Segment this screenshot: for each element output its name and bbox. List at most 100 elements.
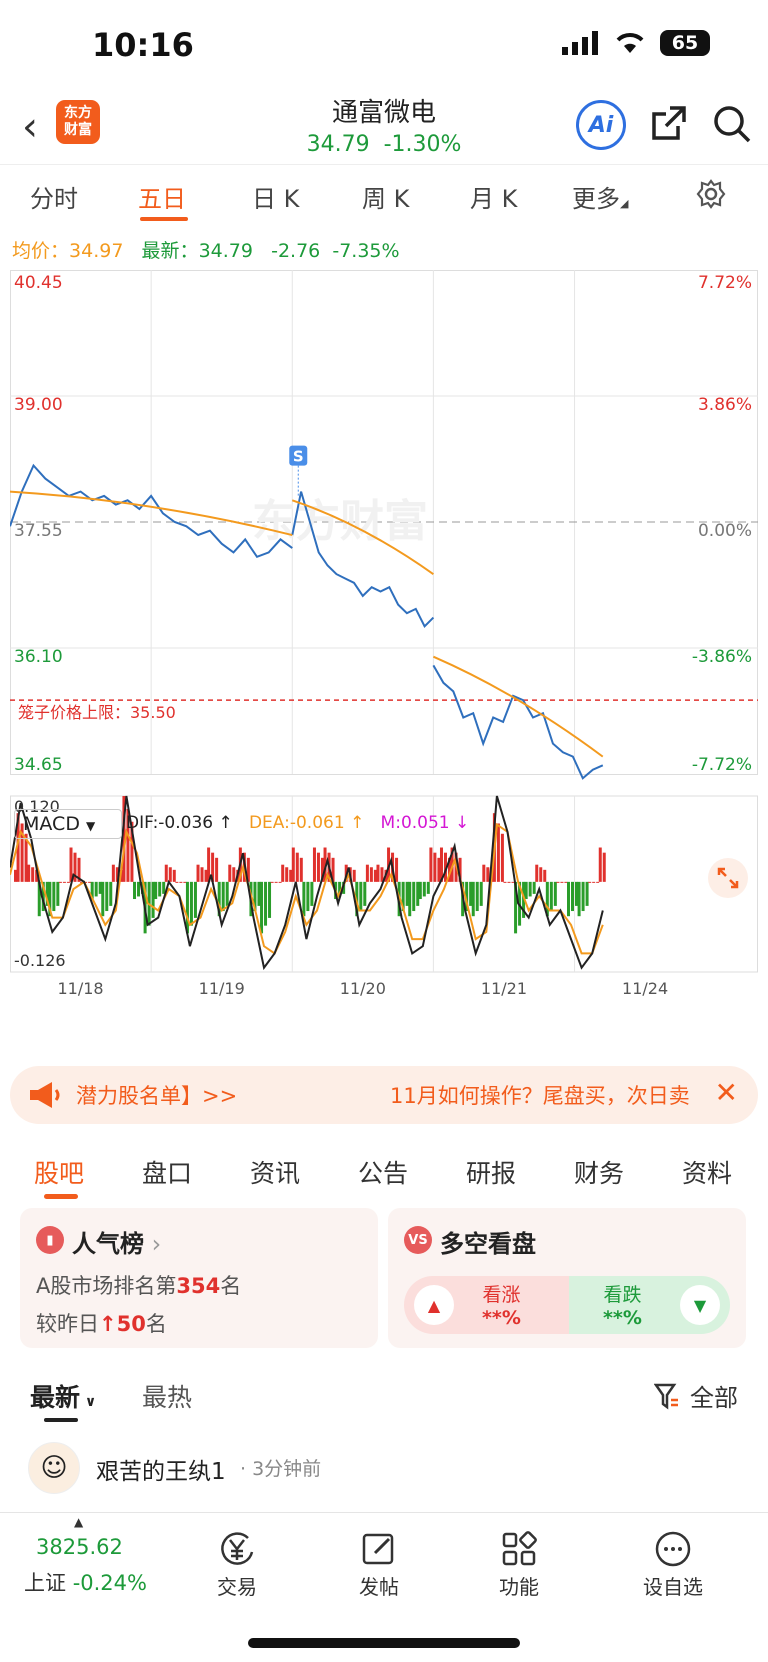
macd-bar	[94, 881, 98, 897]
index-value[interactable]: 3825.62	[36, 1535, 123, 1559]
macd-bar	[373, 869, 377, 882]
macd-bar	[405, 881, 409, 906]
price-summary: 均价：34.97 最新：34.79 -2.76 -7.35%	[12, 240, 400, 262]
macd-bar	[408, 881, 412, 917]
section-tab-indicator	[44, 1194, 78, 1199]
popularity-card[interactable]: ▮ 人气榜 › A股市场排名第354名 较昨日↑50名	[20, 1208, 378, 1348]
vote-down-button[interactable]: 看跌 **% ▼	[569, 1276, 730, 1334]
tab-intraday[interactable]: 分时	[30, 179, 78, 214]
macd-bar	[426, 881, 430, 894]
macd-bar	[535, 864, 539, 882]
ai-button[interactable]: Ai	[576, 100, 626, 150]
macd-bar	[168, 867, 172, 882]
post-author[interactable]: 艰苦的王纨1	[96, 1452, 226, 1486]
tab-five-day[interactable]: 五日	[138, 179, 186, 214]
x-tick-label: 11/19	[199, 979, 245, 998]
macd-bar	[98, 881, 102, 894]
macd-bar	[137, 881, 141, 897]
tab-weekly-k[interactable]: 周 K	[362, 179, 409, 214]
sentiment-title: 多空看盘	[440, 1230, 536, 1258]
tab-order-book[interactable]: 盘口	[142, 1154, 192, 1190]
arrow-down-icon: ▼	[680, 1285, 720, 1325]
macd-bar	[549, 881, 553, 912]
market-rank: A股市场排名第354名	[36, 1274, 242, 1298]
macd-bar	[196, 864, 200, 882]
tab-forum[interactable]: 股吧	[34, 1154, 84, 1190]
section-tabs: 股吧 盘口 资讯 公告 研报 财务 资料	[0, 1140, 768, 1200]
macd-bar	[221, 881, 225, 912]
tab-more[interactable]: 更多◢	[572, 179, 628, 214]
five-day-chart[interactable]: 笼子价格上限：35.50 东方财富 S 40.45 39.00 37.55 36.10…	[10, 270, 758, 1060]
popularity-title: 人气榜	[72, 1230, 144, 1258]
tab-announcements[interactable]: 公告	[358, 1154, 408, 1190]
macd-bar	[503, 881, 507, 883]
y-tick-left: 34.65	[14, 755, 63, 775]
feed-tab-hot[interactable]: 最热	[142, 1378, 192, 1414]
vote-bar: ▲ 看涨 **% 看跌 **% ▼	[404, 1276, 730, 1334]
macd-bar	[482, 864, 486, 882]
macd-bar	[151, 881, 155, 918]
macd-bar	[486, 867, 490, 882]
macd-bar	[257, 881, 261, 906]
banner-text-left[interactable]: 潜力股名单】>>	[76, 1080, 237, 1110]
bottom-nav: ▲ 3825.62 上证 -0.24% 交易 发帖 功能 设自选	[0, 1512, 768, 1662]
macd-bar	[189, 881, 193, 926]
post-item[interactable]: ☺ 艰苦的王纨1 · 3分钟前	[0, 1440, 768, 1510]
macd-bar	[543, 869, 547, 882]
macd-bar	[278, 881, 282, 883]
macd-bar	[479, 881, 483, 906]
macd-bar	[412, 881, 416, 912]
settings-icon[interactable]	[696, 179, 726, 209]
macd-bar	[310, 881, 314, 906]
macd-bar	[175, 881, 179, 883]
feed-tab-indicator	[44, 1418, 78, 1422]
nav-post[interactable]: 发帖	[324, 1527, 434, 1600]
macd-bar	[306, 881, 310, 912]
y-tick-left: 40.45	[14, 273, 63, 293]
macd-bar	[475, 881, 479, 912]
indicator-select[interactable]: MACD ▼	[14, 809, 122, 839]
tab-research[interactable]: 研报	[466, 1154, 516, 1190]
vote-down-value: **%	[603, 1307, 642, 1329]
vote-up-value: **%	[482, 1307, 521, 1329]
caret-up-icon: ▲	[74, 1515, 84, 1529]
macd-bar	[395, 857, 399, 882]
share-icon[interactable]	[648, 104, 688, 144]
macd-bar	[158, 881, 162, 897]
promo-banner[interactable]: 潜力股名单】>> 11月如何操作？尾盘买，次日卖 ✕	[10, 1066, 758, 1124]
macd-bar	[274, 881, 278, 883]
close-icon[interactable]: ✕	[715, 1076, 738, 1109]
wifi-icon	[616, 33, 644, 53]
macd-bar	[437, 857, 441, 882]
banner-text-right[interactable]: 11月如何操作？尾盘买，次日卖	[390, 1080, 710, 1110]
stock-change-pct: -1.30%	[383, 132, 462, 157]
tab-monthly-k[interactable]: 月 K	[470, 179, 517, 214]
y-tick-left: 37.55	[14, 521, 63, 541]
vote-down-label: 看跌	[603, 1284, 642, 1306]
macd-bar	[592, 881, 596, 883]
index-summary[interactable]: 上证 -0.24%	[24, 1567, 147, 1597]
nav-functions[interactable]: 功能	[464, 1527, 574, 1600]
expand-icon[interactable]	[708, 858, 748, 898]
vote-up-button[interactable]: ▲ 看涨 **%	[404, 1276, 569, 1334]
macd-bar	[556, 881, 560, 883]
macd-bar	[111, 864, 115, 882]
macd-bar	[302, 881, 306, 917]
tab-profile[interactable]: 资料	[682, 1154, 732, 1190]
macd-min-label: -0.126	[14, 951, 66, 970]
tab-finance[interactable]: 财务	[574, 1154, 624, 1190]
macd-bar	[352, 869, 356, 882]
avatar[interactable]: ☺	[28, 1442, 80, 1494]
search-icon[interactable]	[712, 104, 752, 144]
macd-bar	[215, 857, 219, 882]
tab-news[interactable]: 资讯	[250, 1154, 300, 1190]
macd-bar	[281, 864, 285, 882]
tab-daily-k[interactable]: 日 K	[252, 179, 299, 214]
macd-bar	[27, 864, 31, 882]
nav-trade[interactable]: 交易	[182, 1527, 292, 1600]
nav-watchlist[interactable]: 设自选	[618, 1527, 728, 1600]
filter-button[interactable]: 全部	[654, 1378, 738, 1413]
macd-bar	[598, 847, 602, 882]
feed-tab-latest[interactable]: 最新 ∨	[30, 1378, 96, 1414]
edit-icon	[362, 1533, 394, 1565]
